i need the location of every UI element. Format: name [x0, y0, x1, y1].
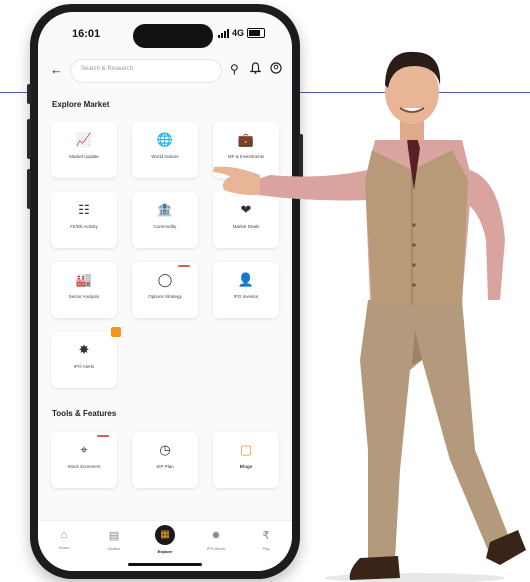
bank-icon: 🏦: [156, 202, 174, 217]
bulb-icon: ✸: [78, 342, 90, 357]
card-sip-plan[interactable]: ◷ SIP Plan: [132, 432, 198, 488]
home-icon: ⌂: [60, 529, 68, 541]
card-label: Options Strategy: [148, 294, 182, 299]
timer-icon: ◷: [159, 442, 171, 457]
home-indicator: [128, 563, 202, 566]
card-label: Market Update: [69, 154, 99, 159]
card-label: Sector Analysis: [68, 294, 100, 299]
highlight-badge: [111, 327, 121, 337]
card-options-strategy[interactable]: ◯ Options Strategy: [132, 262, 198, 318]
card-label: Commodity: [153, 224, 177, 229]
mute-switch: [27, 84, 31, 104]
nav-orders[interactable]: ▤ Orders: [94, 529, 134, 551]
nav-explore[interactable]: ▦ Explore: [145, 525, 185, 554]
card-sector-analysis[interactable]: 🏭 Sector Analysis: [51, 262, 117, 318]
nav-label: Orders: [107, 546, 121, 551]
nav-label: Explore: [157, 549, 173, 554]
scan-icon: ⌖: [80, 442, 88, 457]
factory-icon: 🏭: [75, 272, 93, 287]
section-title-tools-features: Tools & Features: [52, 409, 117, 418]
card-label: SIP Plan: [156, 464, 174, 469]
bars-icon: ▤: [108, 530, 120, 542]
card-ipo-alerts[interactable]: ✸ IPO Alerts: [51, 327, 121, 388]
pillars-icon: ☷: [78, 202, 90, 217]
target-icon: ◯: [157, 272, 173, 287]
nav-label: Home: [58, 545, 70, 550]
new-badge: [178, 265, 190, 267]
volume-down-button: [27, 169, 31, 209]
chart-icon: 📈: [75, 132, 93, 147]
status-time: 16:01: [72, 28, 101, 40]
card-world-indices[interactable]: 🌐 World Indices: [132, 122, 198, 178]
nav-home[interactable]: ⌂ Home: [44, 529, 84, 550]
card-commodity[interactable]: 🏦 Commodity: [132, 192, 198, 248]
card-label: World Indices: [151, 154, 179, 159]
card-market-update[interactable]: 📈 Market Update: [51, 122, 117, 178]
section-title-explore-market: Explore Market: [52, 100, 110, 109]
card-stock-screeners[interactable]: ⌖ Stock Screeners: [51, 432, 117, 488]
card-fii-dii-activity[interactable]: ☷ FII/DII Activity: [51, 192, 117, 248]
back-arrow-icon[interactable]: ←: [50, 62, 63, 77]
volume-up-button: [27, 119, 31, 159]
presenter-illustration: [213, 51, 526, 582]
search-placeholder: Search & Research: [81, 66, 134, 72]
card-label: Stock Screeners: [67, 464, 101, 469]
card-label: IPO Alerts: [73, 364, 95, 369]
new-badge: [97, 435, 109, 437]
card-label: FII/DII Activity: [70, 224, 98, 229]
explore-icon: ▦: [155, 525, 175, 545]
globe-icon: 🌐: [156, 132, 174, 147]
